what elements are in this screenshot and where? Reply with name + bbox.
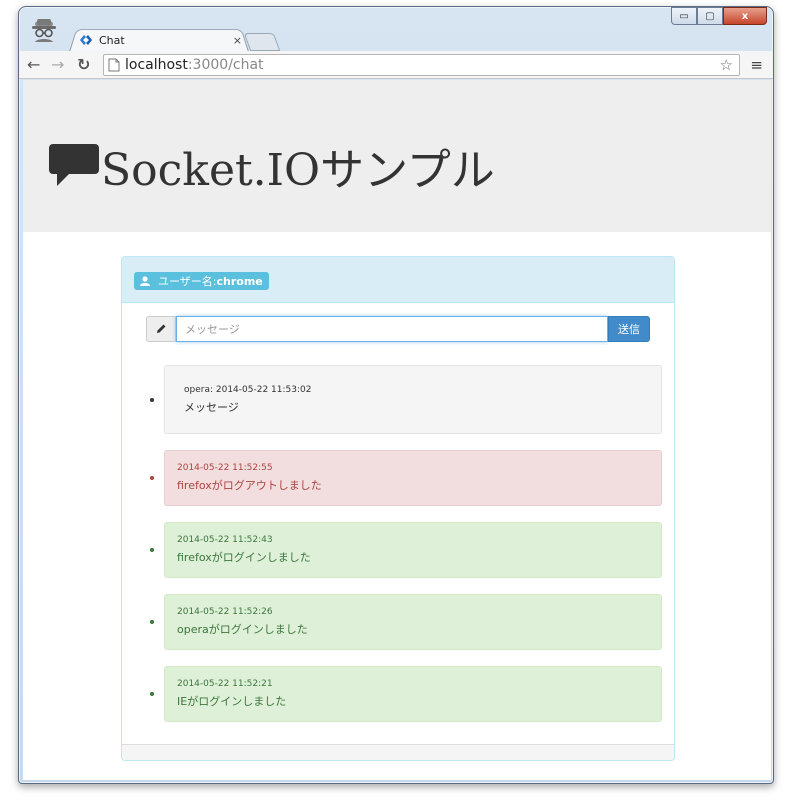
list-bullet — [150, 692, 154, 696]
back-arrow-icon[interactable]: ← — [27, 56, 40, 74]
url-path: :3000/chat — [187, 57, 264, 73]
browser-window: Chat × ▭ ▢ x ← → ↻ localhost :3000/chat … — [18, 6, 774, 784]
new-tab-button[interactable] — [243, 33, 281, 51]
message-text: IEがログインしました — [177, 695, 287, 708]
list-item: 2014-05-22 11:52:43 firefoxがログインしました — [146, 522, 662, 578]
list-bullet — [150, 620, 154, 624]
message-text: firefoxがログアウトしました — [177, 479, 322, 492]
panel-heading: ユーザー名: chrome — [122, 257, 674, 303]
tab-title: Chat — [99, 33, 125, 47]
list-item: opera: 2014-05-22 11:53:02 メッセージ — [146, 365, 662, 434]
list-item: 2014-05-22 11:52:21 IEがログインしました — [146, 666, 662, 722]
username-value: chrome — [216, 274, 263, 288]
panel-footer — [122, 744, 674, 760]
message-input-group: 送信 — [146, 316, 650, 342]
message-meta: 2014-05-22 11:52:55 — [177, 463, 273, 473]
page-icon — [108, 58, 120, 72]
message-meta: 2014-05-22 11:52:21 — [177, 679, 273, 689]
chat-panel: ユーザー名: chrome 送信 opera: 2014-05-22 11: — [121, 256, 675, 761]
page-viewport: Socket.IOサンプル ユーザー名: chrome メッセージ 送信 ope… — [23, 80, 771, 780]
tab-close-icon[interactable]: × — [233, 34, 244, 47]
message-meta: opera: 2014-05-22 11:53:02 — [184, 384, 312, 395]
address-bar[interactable]: localhost :3000/chat ☆ — [103, 54, 740, 76]
jumbotron-header: Socket.IOサンプル — [23, 80, 771, 232]
message-meta: 2014-05-22 11:52:26 — [177, 607, 273, 617]
pencil-addon — [146, 316, 176, 342]
minimize-button[interactable]: ▭ — [671, 7, 697, 25]
username-prefix: ユーザー名: — [158, 275, 217, 288]
user-icon — [140, 276, 150, 286]
forward-arrow-icon[interactable]: → — [51, 56, 64, 74]
login-alert: 2014-05-22 11:52:21 IEがログインしました — [164, 666, 662, 722]
message-text: メッセージ — [184, 400, 239, 414]
pencil-icon — [157, 324, 166, 333]
close-window-button[interactable]: x — [723, 7, 767, 25]
menu-icon[interactable]: ≡ — [750, 56, 763, 74]
window-controls: ▭ ▢ x — [671, 7, 767, 25]
username-label: ユーザー名: chrome — [134, 272, 269, 290]
incognito-icon — [32, 19, 56, 42]
url-host: localhost — [125, 57, 188, 73]
logout-alert: 2014-05-22 11:52:55 firefoxがログアウトしました — [164, 450, 662, 506]
message-list: opera: 2014-05-22 11:53:02 メッセージ 2014-05… — [146, 365, 662, 738]
browser-tab[interactable]: Chat × — [79, 30, 244, 50]
page-title: Socket.IOサンプル — [49, 134, 495, 198]
login-alert: 2014-05-22 11:52:43 firefoxがログインしました — [164, 522, 662, 578]
bookmark-star-icon[interactable]: ☆ — [720, 56, 733, 74]
message-text: firefoxがログインしました — [177, 551, 311, 564]
comment-icon — [49, 144, 99, 186]
message-input[interactable] — [176, 316, 608, 342]
browser-toolbar: ← → ↻ localhost :3000/chat ☆ ≡ — [19, 51, 773, 79]
list-bullet — [150, 397, 154, 402]
list-bullet — [150, 548, 154, 552]
list-item: 2014-05-22 11:52:26 operaがログインしました — [146, 594, 662, 650]
reload-icon[interactable]: ↻ — [77, 56, 90, 74]
maximize-button[interactable]: ▢ — [697, 7, 723, 25]
chat-message-box: opera: 2014-05-22 11:53:02 メッセージ — [164, 365, 662, 434]
page-title-text: Socket.IOサンプル — [101, 145, 495, 196]
chat-favicon-icon — [79, 33, 93, 47]
list-item: 2014-05-22 11:52:55 firefoxがログアウトしました — [146, 450, 662, 506]
message-text: operaがログインしました — [177, 623, 308, 636]
login-alert: 2014-05-22 11:52:26 operaがログインしました — [164, 594, 662, 650]
send-button[interactable]: 送信 — [608, 316, 650, 342]
message-meta: 2014-05-22 11:52:43 — [177, 535, 273, 545]
list-bullet — [150, 476, 154, 480]
